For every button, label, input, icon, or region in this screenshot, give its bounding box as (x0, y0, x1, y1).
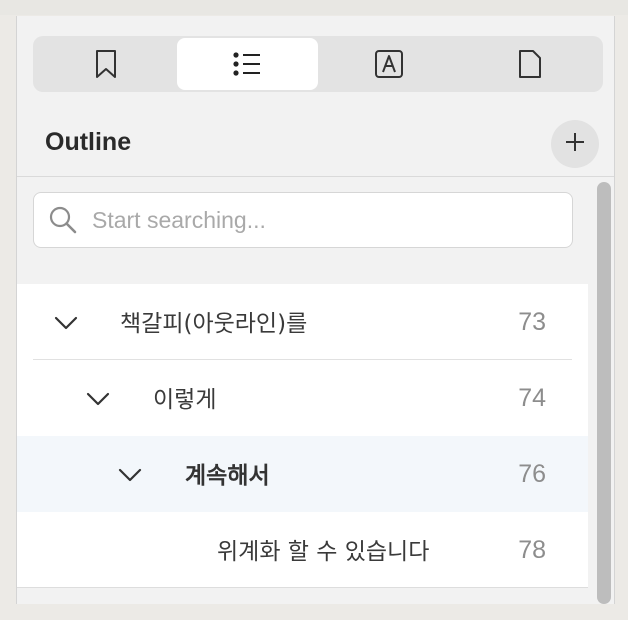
search-input[interactable] (90, 205, 554, 235)
page-icon (518, 49, 542, 79)
outline-item[interactable]: 위계화 할 수 있습니다 78 (17, 512, 588, 588)
outline-item[interactable]: 책갈피(아웃라인)를 73 (17, 284, 588, 360)
tab-outline[interactable] (176, 38, 318, 90)
row-divider (17, 587, 588, 588)
outline-item[interactable]: 이렇게 74 (17, 360, 588, 436)
outline-list: 책갈피(아웃라인)를 73 이렇게 74 계속해서 76 위계화 할 수 있습니… (17, 284, 588, 588)
chevron-down-icon[interactable] (115, 460, 145, 490)
outline-item-selected[interactable]: 계속해서 76 (17, 436, 588, 512)
chevron-down-icon[interactable] (83, 384, 113, 414)
add-outline-button[interactable] (551, 120, 599, 168)
sidebar-panel: Outline 책갈피(아웃라인)를 73 이렇게 (16, 16, 615, 604)
window-top-strip (0, 0, 628, 15)
outline-item-label: 위계화 할 수 있습니다 (217, 539, 430, 565)
tab-bookmarks[interactable] (35, 38, 177, 90)
outline-item-page: 73 (518, 308, 546, 336)
outline-title: Outline (45, 128, 132, 156)
sidebar-tab-bar (33, 36, 603, 92)
list-icon (233, 52, 261, 76)
outline-item-label: 계속해서 (185, 463, 270, 489)
bookmark-icon (95, 49, 117, 79)
scrollbar-thumb[interactable] (597, 182, 611, 604)
outline-item-page: 78 (518, 536, 546, 564)
chevron-down-icon[interactable] (51, 308, 81, 338)
outline-item-page: 74 (518, 384, 546, 412)
header-divider (17, 176, 614, 177)
outline-item-label: 책갈피(아웃라인)를 (120, 311, 308, 337)
outline-item-label: 이렇게 (153, 387, 217, 413)
outline-item-page: 76 (518, 460, 546, 488)
plus-icon (564, 131, 586, 157)
search-icon (48, 205, 78, 235)
search-box[interactable] (33, 192, 573, 248)
tab-annotations[interactable] (318, 38, 460, 90)
tab-pages[interactable] (460, 38, 602, 90)
text-box-icon (374, 49, 404, 79)
